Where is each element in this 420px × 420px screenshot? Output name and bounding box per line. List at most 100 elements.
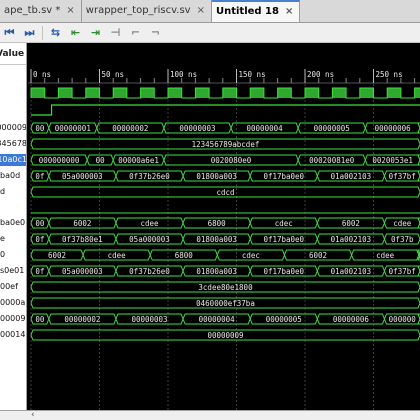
bus-value-label: 00000006 bbox=[375, 124, 412, 133]
signal-row-value[interactable] bbox=[0, 202, 26, 214]
bus-value-label: 01a002103 bbox=[331, 172, 372, 181]
bus-value-label: 0020053e1 bbox=[372, 156, 413, 165]
bus-value-label: 01a002103 bbox=[331, 267, 372, 276]
signal-row-value[interactable]: e bbox=[0, 233, 26, 245]
signal-row-value[interactable] bbox=[0, 87, 26, 99]
bus-value-label: 6800 bbox=[175, 251, 194, 260]
bus-value-label: 01800a003 bbox=[196, 267, 237, 276]
signal-row-value[interactable]: 0 bbox=[0, 249, 26, 261]
bus-value-label: 6002 bbox=[48, 251, 66, 260]
ruler-tick-label: 250 ns bbox=[376, 70, 403, 79]
bus-value-label: cdec bbox=[275, 219, 293, 228]
bus-value-label: 6002 bbox=[342, 219, 360, 228]
bus-value-label: 000000 bbox=[389, 315, 417, 324]
bus-value-label: 01800a003 bbox=[196, 235, 237, 244]
close-icon[interactable]: × bbox=[285, 2, 293, 22]
bus-value-label: 00000005 bbox=[266, 315, 302, 324]
clock-high-pulse bbox=[31, 88, 45, 98]
bus-value-label: 6002 bbox=[309, 251, 327, 260]
tab-wrapper-top-riscv[interactable]: wrapper_top_riscv.sv × bbox=[82, 0, 212, 22]
value-column-header: Value bbox=[0, 43, 26, 65]
bus-value-label: 01800a003 bbox=[196, 172, 237, 181]
tab-label: ape_tb.sv * bbox=[4, 5, 61, 16]
bus-value-label: 000000000 bbox=[39, 156, 80, 165]
bus-value-label: 01a002103 bbox=[331, 235, 372, 244]
signal-row-value[interactable]: 00009 bbox=[0, 313, 26, 325]
bus-value-label: 0460000ef37ba bbox=[196, 299, 255, 308]
clock-high-pulse bbox=[222, 88, 237, 98]
previous-marker-icon[interactable]: ⌐ bbox=[128, 25, 143, 40]
signal-row-value[interactable] bbox=[0, 104, 26, 116]
horizontal-scrollbar[interactable]: ‹ bbox=[0, 410, 420, 420]
bus-value-label: 00000002 bbox=[64, 315, 100, 324]
bus-value-label: 00 bbox=[35, 315, 45, 324]
toolbar-divider bbox=[42, 25, 43, 40]
bus-value-label: 00000003 bbox=[131, 315, 167, 324]
clock-high-pulse bbox=[58, 88, 73, 98]
bus-value-label: cdee bbox=[393, 219, 412, 228]
signal-row-value[interactable]: 00014 bbox=[0, 329, 26, 341]
signal-row-value[interactable]: d bbox=[0, 186, 26, 198]
bus-value-label: 0f17ba0e0 bbox=[263, 235, 304, 244]
close-icon[interactable]: × bbox=[66, 0, 74, 22]
bus-value-label: 6002 bbox=[73, 219, 91, 228]
scroll-left-icon[interactable]: ‹ bbox=[31, 410, 35, 420]
bus-value-label: 0f bbox=[35, 172, 44, 181]
clock-high-pulse bbox=[359, 88, 374, 98]
next-marker-icon[interactable]: ¬ bbox=[148, 25, 163, 40]
ruler-tick-label: 0 ns bbox=[33, 70, 51, 79]
bus-value-label: 0f17ba0e0 bbox=[263, 267, 304, 276]
bus-value-label: cdee bbox=[108, 251, 127, 260]
tab-label: wrapper_top_riscv.sv bbox=[85, 5, 191, 16]
bus-value-label: 0f37b bbox=[391, 235, 414, 244]
signal-row-value[interactable]: ba0d bbox=[0, 170, 26, 182]
bus-value-label: 00 bbox=[35, 219, 45, 228]
bus-value-label: 0f37b26e0 bbox=[129, 172, 170, 181]
bus-value-label: 05a000003 bbox=[129, 235, 170, 244]
swap-cursors-icon[interactable]: ⇆ bbox=[48, 25, 63, 40]
waveform-pane[interactable]: 0 ns 50 ns 100 ns 150 ns 200 ns 250 ns 00 00000… bbox=[28, 43, 420, 410]
signal-row-value[interactable]: 00000009 bbox=[0, 122, 26, 134]
clock-high-pulse bbox=[414, 88, 420, 98]
signal-row-value[interactable]: s0e01 bbox=[0, 265, 26, 277]
clock-high-pulse bbox=[168, 88, 182, 98]
next-transition-icon[interactable]: ⇥ bbox=[88, 25, 103, 40]
bus-value-label: 05a000003 bbox=[62, 267, 103, 276]
clock-high-pulse bbox=[113, 88, 127, 98]
tab-ape-tb[interactable]: ape_tb.sv * × bbox=[0, 0, 82, 22]
tab-untitled-18[interactable]: Untitled 18 × bbox=[211, 0, 301, 22]
bus-value-label: 0f37b26e0 bbox=[129, 267, 170, 276]
signal-row-value[interactable]: 0000a bbox=[0, 297, 26, 309]
bus-value-label: 00000006 bbox=[333, 315, 370, 324]
bus-value-label: 0f37b80e1 bbox=[62, 235, 103, 244]
editor-tab-bar: ape_tb.sv * × wrapper_top_riscv.sv × Unt… bbox=[0, 0, 420, 23]
signal-row-value[interactable]: 00ef bbox=[0, 281, 26, 293]
go-to-last-time-icon[interactable]: ⏭ bbox=[22, 25, 37, 40]
waveform-toolbar: ⏮ ⏭ ⇆ ⇤ ⇥ ⊣ ⌐ ¬ bbox=[0, 23, 420, 43]
clock-high-pulse bbox=[305, 88, 319, 98]
waveform-canvas[interactable]: 0 ns 50 ns 100 ns 150 ns 200 ns 250 ns00 00000… bbox=[28, 43, 420, 410]
bus-value-label: 00000002 bbox=[112, 124, 148, 133]
clock-high-pulse bbox=[250, 88, 264, 98]
signal-row-value[interactable]: ba0e0 bbox=[0, 217, 26, 229]
clock-high-pulse bbox=[332, 88, 347, 98]
bus-value-label: 0f bbox=[35, 267, 44, 276]
bus-value-label: 00000004 bbox=[247, 124, 284, 133]
go-to-time-zero-icon[interactable]: ⏮ bbox=[2, 25, 17, 40]
close-icon[interactable]: × bbox=[197, 0, 205, 22]
ruler-tick-label: 50 ns bbox=[102, 70, 125, 79]
bus-value-label: 00000003 bbox=[179, 124, 215, 133]
bus-value-label: 00 bbox=[96, 156, 106, 165]
bus-value-label: 00000001 bbox=[55, 124, 91, 133]
signal-value-column: Value 00000009 12345678 10a0c1 ba0d d ba0e0 e 0… bbox=[0, 43, 27, 410]
clock-high-pulse bbox=[387, 88, 401, 98]
previous-transition-icon[interactable]: ⇤ bbox=[68, 25, 83, 40]
signal-row-value[interactable]: 10a0c1 bbox=[0, 154, 26, 166]
signal-row-value[interactable]: 12345678 bbox=[0, 138, 26, 150]
add-marker-icon[interactable]: ⊣ bbox=[108, 25, 123, 40]
bus-value-label: 05a000003 bbox=[62, 172, 103, 181]
bus-value-label: 0020080e0 bbox=[211, 156, 252, 165]
bus-value-label: cdcd bbox=[216, 188, 234, 197]
bus-value-label: cdec bbox=[242, 251, 260, 260]
ruler-tick-label: 150 ns bbox=[239, 70, 266, 79]
